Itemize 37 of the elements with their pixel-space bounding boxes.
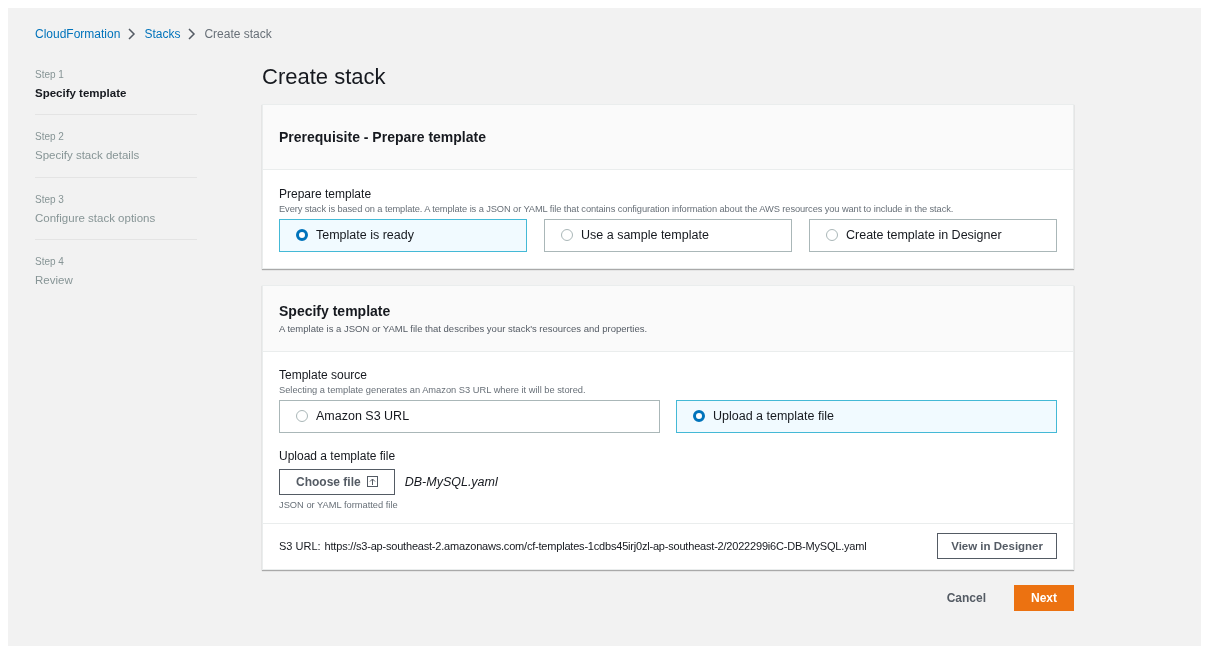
s3-url-label: S3 URL: [279,539,321,555]
step-label[interactable]: Specify template [35,85,197,103]
view-in-designer-button[interactable]: View in Designer [937,533,1057,560]
chevron-icon [128,28,137,40]
step-number: Step 4 [35,254,65,269]
field-label: Template source [279,366,369,384]
radio-icon [561,229,573,242]
radio-icon [693,410,705,423]
page-title: Create stack [262,63,387,91]
radio-option[interactable]: Amazon S3 URL [279,399,660,433]
upload-icon [366,476,378,488]
radio-option[interactable]: Template is ready [279,218,527,252]
radio-option[interactable]: Create template in Designer [809,218,1057,252]
breadcrumb-link[interactable]: Stacks [144,25,181,43]
field-label: Upload a template file [279,447,397,465]
step-number: Step 2 [35,130,65,145]
panel-heading: Prerequisite - Prepare template [279,127,486,147]
file-name: DB-MySQL.yaml [404,473,498,491]
breadcrumb-current: Create stack [204,26,272,43]
panel-description: A template is a JSON or YAML file that describes your stack's resources and properties. [279,321,649,336]
field-description: Every stack is based on a template. A template is a JSON or YAML file that contains configuration information about the AWS resources you want to include in the stack. [279,203,955,216]
s3-url: https://s3-ap-southeast-2.amazonaws.com/cf-templates-1cdbs45irj0zl-ap-southeast-2/2022299i6C-DB-MySQL.yaml [324,539,867,555]
choose-file-button[interactable]: Choose file [279,468,395,495]
radio-icon [296,229,308,242]
field-description: Selecting a template generates an Amazon S3 URL where it will be stored. [279,383,587,397]
step-number: Step 3 [35,192,65,207]
radio-icon [296,410,308,423]
field-label: Prepare template [279,186,373,203]
field-hint: JSON or YAML formatted file [279,498,399,512]
cancel-button[interactable]: Cancel [938,584,994,611]
step-number: Step 1 [35,68,65,82]
radio-option[interactable]: Upload a template file [676,399,1057,433]
radio-icon [826,229,838,242]
chevron-icon [188,28,197,40]
breadcrumb-link[interactable]: CloudFormation [35,25,121,43]
panel-heading: Specify template [279,301,392,321]
radio-option[interactable]: Use a sample template [544,218,792,252]
